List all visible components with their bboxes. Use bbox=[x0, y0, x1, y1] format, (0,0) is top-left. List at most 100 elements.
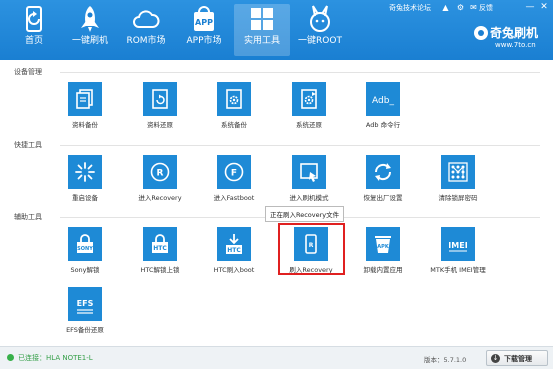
download-tray-icon: HTC bbox=[226, 234, 242, 254]
cloud-icon bbox=[133, 10, 160, 28]
tool-label: 重启设备 bbox=[72, 194, 98, 202]
nav-label: ROM市场 bbox=[126, 36, 166, 46]
svg-text:R: R bbox=[157, 169, 164, 179]
tool-efs-backup-restore[interactable]: EFS EFS备份还原 bbox=[55, 287, 115, 334]
tool-htc-unlock[interactable]: HTC HTC解锁上锁 bbox=[130, 227, 190, 274]
gear-document-icon bbox=[226, 89, 242, 109]
close-icon[interactable]: ✕ bbox=[539, 2, 549, 12]
tool-enter-recovery[interactable]: R 进入Recovery bbox=[130, 155, 190, 202]
tool-tile: HTC bbox=[217, 227, 251, 261]
download-manager-button[interactable]: ↓ 下载管理 bbox=[486, 350, 548, 366]
nav-utility-tools[interactable]: 实用工具 bbox=[234, 4, 290, 56]
tool-tile: R bbox=[143, 155, 177, 189]
phone-cursor-icon bbox=[300, 163, 318, 182]
nav-label: 首页 bbox=[24, 36, 43, 46]
tool-uninstall-builtin-apps[interactable]: APK 卸载内置应用 bbox=[353, 227, 413, 274]
tooltip: 正在刷入Recovery文件 bbox=[265, 206, 345, 222]
tool-label: EFS备份还原 bbox=[66, 326, 104, 334]
tool-data-backup[interactable]: 资料备份 bbox=[55, 82, 115, 129]
nav-one-key-root[interactable]: 一键ROOT bbox=[292, 4, 348, 56]
tile-text: HTC bbox=[153, 245, 167, 252]
tool-system-backup[interactable]: 系统备份 bbox=[204, 82, 264, 129]
svg-text:F: F bbox=[231, 169, 237, 179]
tool-label: HTC解锁上锁 bbox=[140, 266, 180, 274]
terminal-icon: Adb_ bbox=[372, 96, 394, 106]
reboot-burst-icon bbox=[75, 162, 95, 182]
refresh-phone-icon bbox=[26, 6, 42, 32]
section-divider bbox=[60, 145, 540, 146]
tile-text: SONY bbox=[77, 246, 93, 252]
settings-icon[interactable]: ⚙ bbox=[456, 3, 465, 12]
padlock-icon: SONY bbox=[77, 234, 93, 253]
tool-tile: F bbox=[217, 155, 251, 189]
tool-reboot-device[interactable]: 重启设备 bbox=[55, 155, 115, 202]
tool-label: 资料还原 bbox=[147, 121, 173, 129]
version-label: 版本：5.7.1.0 bbox=[424, 356, 467, 364]
status-bar: 已连接：HLA NOTE1-L 版本：5.7.1.0 ↓ 下载管理 bbox=[0, 346, 553, 369]
tool-tile: IMEI bbox=[441, 227, 475, 261]
tool-factory-reset[interactable]: 恢复出厂设置 bbox=[353, 155, 413, 202]
tool-label: Adb 命令行 bbox=[365, 121, 401, 129]
tool-tile bbox=[217, 82, 251, 116]
tool-tile: Adb_ bbox=[366, 82, 400, 116]
section-title-aux: 辅助工具 bbox=[14, 213, 42, 221]
tool-data-restore[interactable]: 资料还原 bbox=[130, 82, 190, 129]
documents-icon bbox=[76, 89, 93, 109]
gear-document-restore-icon bbox=[301, 89, 317, 109]
minimize-icon[interactable]: — bbox=[525, 2, 535, 12]
pattern-lock-icon bbox=[448, 162, 468, 182]
tool-tile bbox=[366, 155, 400, 189]
padlock-icon: HTC bbox=[152, 234, 168, 253]
rabbit-icon bbox=[310, 5, 330, 32]
fastboot-circle-icon: F bbox=[224, 162, 244, 182]
tile-text: Adb_ bbox=[372, 96, 394, 106]
reset-arrows-icon bbox=[374, 163, 392, 181]
brand-name: 奇兔刷机 bbox=[490, 26, 539, 40]
tool-label: HTC刷入boot bbox=[213, 266, 255, 274]
tool-label: 系统备份 bbox=[221, 121, 247, 129]
tile-text: APK bbox=[377, 244, 390, 250]
mail-icon[interactable]: ✉ bbox=[469, 3, 478, 12]
nav-label: 一键ROOT bbox=[298, 36, 342, 46]
nav-home[interactable]: 首页 bbox=[6, 4, 62, 56]
nav-app-market[interactable]: APP APP市场 bbox=[176, 4, 232, 56]
download-manager-label: 下载管理 bbox=[504, 355, 532, 363]
tool-label: MTK手机 IMEI管理 bbox=[430, 266, 486, 274]
app-bag-icon: APP bbox=[194, 6, 214, 31]
tile-text: HTC bbox=[227, 247, 241, 254]
rocket-icon bbox=[81, 6, 99, 32]
tile-text: EFS bbox=[77, 299, 94, 308]
tool-tile bbox=[292, 155, 326, 189]
top-toolbar: 首页 一键刷机 ROM市场 APP APP市场 实用工具 一键ROOT 奇兔技术… bbox=[0, 0, 553, 60]
tool-enter-flash-mode[interactable]: 进入刷机模式 bbox=[279, 155, 339, 202]
feedback-link[interactable]: 反馈 bbox=[479, 3, 493, 13]
tool-mtk-imei-manager[interactable]: IMEI MTK手机 IMEI管理 bbox=[428, 227, 488, 274]
recovery-circle-icon: R bbox=[150, 162, 170, 182]
tool-clear-lock-password[interactable]: 清除锁屏密码 bbox=[428, 155, 488, 202]
efs-icon: EFS bbox=[77, 299, 94, 314]
svg-text:APP: APP bbox=[195, 18, 213, 27]
forum-link[interactable]: 奇兔技术论坛 bbox=[389, 3, 431, 13]
document-restore-icon bbox=[152, 89, 168, 109]
tool-tile bbox=[441, 155, 475, 189]
section-title-quick: 快捷工具 bbox=[14, 141, 42, 149]
selection-highlight bbox=[278, 223, 345, 275]
tool-adb-shell[interactable]: Adb_ Adb 命令行 bbox=[353, 82, 413, 129]
brand-logo-icon bbox=[474, 26, 488, 40]
connection-status: 已连接：HLA NOTE1-L bbox=[18, 354, 93, 362]
nav-one-key-flash[interactable]: 一键刷机 bbox=[62, 4, 118, 56]
tool-tile bbox=[292, 82, 326, 116]
section-divider bbox=[60, 72, 540, 73]
tool-system-restore[interactable]: 系统还原 bbox=[279, 82, 339, 129]
tool-label: 进入Recovery bbox=[138, 194, 182, 202]
tool-label: 系统还原 bbox=[296, 121, 322, 129]
tool-enter-fastboot[interactable]: F 进入Fastboot bbox=[204, 155, 264, 202]
download-icon: ↓ bbox=[491, 354, 500, 363]
tool-tile: APK bbox=[366, 227, 400, 261]
nav-label: 实用工具 bbox=[243, 36, 280, 46]
tool-sony-unlock[interactable]: SONY Sony解锁 bbox=[55, 227, 115, 274]
shirt-icon[interactable]: ▲ bbox=[441, 3, 450, 12]
tool-htc-flash-boot[interactable]: HTC HTC刷入boot bbox=[204, 227, 264, 274]
nav-rom-market[interactable]: ROM市场 bbox=[118, 4, 174, 56]
brand-url: www.7to.cn bbox=[495, 41, 536, 49]
